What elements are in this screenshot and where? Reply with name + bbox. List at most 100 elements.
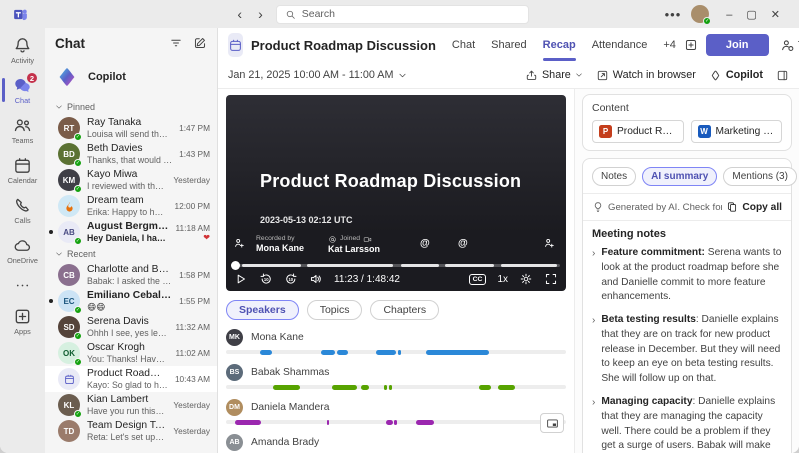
section-header-pinned[interactable]: Pinned (45, 98, 217, 115)
new-chat-icon[interactable] (193, 36, 207, 50)
rail-item-teams[interactable]: Teams (0, 110, 45, 150)
speaker-timeline[interactable] (226, 350, 566, 354)
search-input[interactable] (302, 8, 520, 20)
speaker-row: BS Babak Shammas (226, 363, 566, 389)
chat-item[interactable]: SD✓ Serena Davis Ohhh I see, yes let me … (45, 314, 217, 340)
section-header-recent[interactable]: Recent (45, 245, 217, 262)
meeting-date-dropdown[interactable]: Jan 21, 2025 10:00 AM - 11:00 AM (228, 69, 407, 81)
person-add-icon[interactable] (233, 237, 246, 250)
speaker-timeline[interactable] (226, 385, 566, 389)
rail-item-apps[interactable]: Apps (0, 301, 45, 341)
participants-button[interactable]: 7 (780, 38, 799, 53)
tab-recap[interactable]: Recap (543, 28, 576, 62)
playback-speed-button[interactable]: 1x (497, 274, 508, 285)
forward-button[interactable]: › (255, 7, 266, 21)
copilot-panel-button[interactable]: Copilot (709, 69, 763, 82)
pill-ai-summary[interactable]: AI summary (642, 167, 717, 186)
chat-item[interactable]: KM✓ Kayo Miwa I reviewed with the client… (45, 167, 217, 193)
tab-chat[interactable]: Chat (452, 28, 475, 62)
rail-item-chat[interactable]: 2 Chat (0, 70, 45, 110)
side-panel-icon[interactable] (776, 69, 789, 82)
chat-item[interactable]: EC✓ Emiliano Ceballos 😄😄 1:55 PM (45, 288, 217, 314)
file-name: Marketing budget... (716, 126, 776, 137)
presence-available-icon: ✓ (74, 410, 82, 418)
rail-label: Chat (15, 96, 30, 105)
maximize-button[interactable]: ▢ (739, 9, 763, 21)
user-avatar[interactable]: ✓ (691, 5, 709, 23)
pill-chapters[interactable]: Chapters (370, 300, 439, 320)
speaker-header[interactable]: MK Mona Kane (226, 328, 566, 346)
presence-available-icon: ✓ (703, 17, 711, 25)
chat-item[interactable]: Product Roadmap Discussi... Kayo: So gla… (45, 366, 217, 392)
join-button[interactable]: Join (706, 34, 769, 56)
play-icon[interactable] (234, 272, 248, 286)
settings-gear-icon[interactable] (519, 272, 533, 286)
section-label: Pinned (67, 102, 95, 112)
copilot-chat-item[interactable]: Copilot (45, 58, 217, 98)
tab-attendance[interactable]: Attendance (592, 28, 648, 62)
pill-speakers[interactable]: Speakers (226, 300, 299, 320)
main-area: Product Roadmap Discussion ChatSharedRec… (218, 28, 799, 453)
chat-preview: Hey Daniela, I haven't checked... (87, 233, 169, 244)
file-chip-word[interactable]: W Marketing budget... (691, 120, 783, 143)
presence-available-icon: ✓ (74, 332, 82, 340)
chat-time: 1:58 PM (179, 270, 210, 280)
chat-preview: You: Thanks! Have a nice day. I... (87, 354, 169, 365)
chevron-right-icon[interactable]: › (592, 313, 595, 387)
chat-item[interactable]: OK✓ Oscar Krogh You: Thanks! Have a nice… (45, 340, 217, 366)
mention-icon[interactable]: @ (420, 238, 430, 249)
forward-10-icon[interactable]: 10 (284, 272, 298, 286)
chat-item[interactable]: TD Team Design Template Reta: Let's set … (45, 418, 217, 444)
copy-all-button[interactable]: Copy all (726, 201, 782, 213)
speaker-header[interactable]: AB Amanda Brady (226, 433, 566, 451)
playhead[interactable] (231, 261, 240, 270)
close-button[interactable]: ✕ (764, 9, 787, 21)
share-button[interactable]: Share (525, 69, 583, 82)
speaker-timeline[interactable] (226, 420, 566, 424)
titlebar-more-icon[interactable]: ••• (665, 7, 682, 22)
pip-button[interactable] (540, 413, 564, 433)
chat-item[interactable]: CB Charlotte and Babak Babak: I asked th… (45, 262, 217, 288)
video-player[interactable]: Product Roadmap Discussion 2023-05-13 02… (226, 95, 566, 291)
chat-item[interactable]: AB✓ August Bergman Hey Daniela, I haven'… (45, 219, 217, 245)
watch-in-browser-button[interactable]: Watch in browser (596, 69, 696, 82)
recorded-by-marker[interactable]: Recorded by Mona Kane (256, 235, 304, 255)
rail-item-activity[interactable]: Activity (0, 30, 45, 70)
speaker-header[interactable]: DM Daniela Mandera (226, 398, 566, 416)
back-button[interactable]: ‹ (234, 7, 245, 21)
chat-item[interactable]: Dream team Erika: Happy to have you back… (45, 193, 217, 219)
speaker-header[interactable]: BS Babak Shammas (226, 363, 566, 381)
copy-icon (726, 201, 738, 213)
teams-logo-icon[interactable] (12, 6, 29, 23)
pill-notes[interactable]: Notes (592, 167, 636, 186)
rail-item-calls[interactable]: Calls (0, 190, 45, 230)
search-bar[interactable] (276, 5, 529, 24)
mention-icon[interactable]: @ (458, 238, 468, 249)
chat-item[interactable]: BD✓ Beth Davies Thanks, that would be ni… (45, 141, 217, 167)
person-add-icon[interactable] (543, 237, 556, 250)
teams-window: ‹ › ••• ✓ –▢✕ Activity 2 Chat Teams Cale… (0, 0, 799, 453)
pill-mentions-3-[interactable]: Mentions (3) (723, 167, 797, 186)
tab--4[interactable]: +4 (663, 28, 676, 62)
file-chip-ppt[interactable]: P Product Roadmap... (592, 120, 684, 143)
rewind-10-icon[interactable]: 10 (259, 272, 273, 286)
minimize-button[interactable]: – (719, 9, 739, 21)
fullscreen-icon[interactable] (544, 272, 558, 286)
chevron-right-icon[interactable]: › (592, 395, 595, 453)
captions-button[interactable]: CC (469, 274, 487, 285)
progress-bar[interactable] (232, 264, 560, 267)
pill-topics[interactable]: Topics (307, 300, 363, 320)
chevron-right-icon[interactable]: › (592, 246, 595, 305)
meeting-subheader: Jan 21, 2025 10:00 AM - 11:00 AM Share W… (218, 62, 799, 89)
chat-item[interactable]: RT✓ Ray Tanaka Louisa will send the init… (45, 115, 217, 141)
tab-shared[interactable]: Shared (491, 28, 526, 62)
filter-icon[interactable] (169, 36, 183, 50)
chat-item[interactable]: KL✓ Kian Lambert Have you run this by Be… (45, 392, 217, 418)
rail-item-calendar[interactable]: Calendar (0, 150, 45, 190)
joined-marker[interactable]: Joined Kat Larsson (328, 235, 380, 255)
rail-item-onedrive[interactable]: OneDrive (0, 230, 45, 270)
add-tab-icon[interactable] (684, 38, 698, 52)
more-icon (13, 276, 32, 295)
volume-icon[interactable] (309, 272, 323, 286)
rail-item-more[interactable] (0, 270, 45, 301)
